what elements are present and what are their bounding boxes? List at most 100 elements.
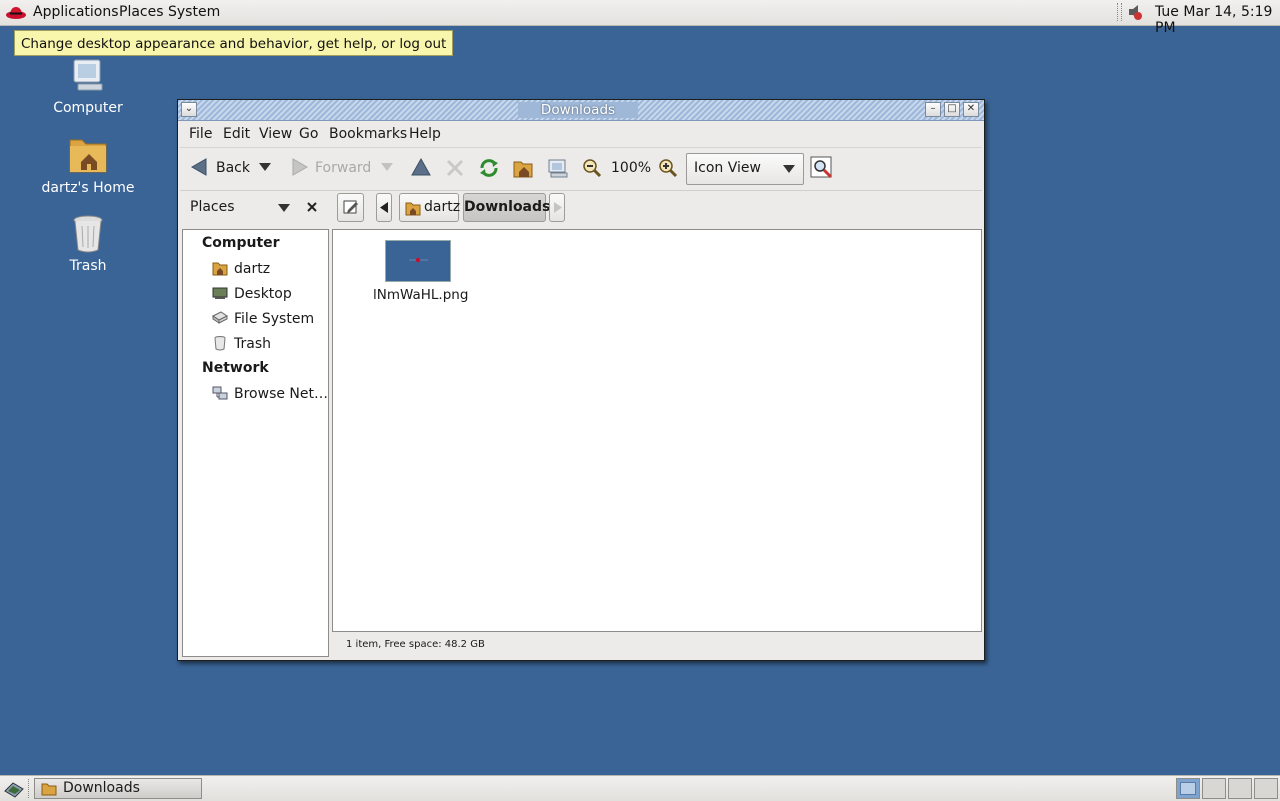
workspace-4[interactable] [1254, 778, 1278, 799]
network-icon [212, 386, 228, 400]
home-folder-icon [69, 139, 107, 173]
minimize-button[interactable]: – [925, 102, 941, 117]
path-downloads-label: Downloads [464, 199, 551, 215]
desktop-computer[interactable]: Computer [28, 56, 148, 116]
places-selector[interactable]: Places [190, 199, 235, 215]
clock[interactable]: Tue Mar 14, 5:19 PM [1155, 4, 1280, 36]
menu-view[interactable]: View [259, 126, 292, 142]
sidebar-item-filesystem[interactable]: File System [212, 310, 314, 330]
menu-bookmarks[interactable]: Bookmarks [329, 126, 407, 142]
places-dropdown-icon[interactable] [278, 204, 290, 212]
computer-toolbar-icon[interactable] [546, 157, 570, 179]
path-scroll-left-button[interactable] [376, 193, 392, 222]
folder-icon [41, 783, 57, 796]
close-window-button[interactable]: ✕ [963, 102, 979, 117]
sidebar-heading-network: Network [202, 360, 269, 376]
taskbar-window-button[interactable]: Downloads [34, 778, 202, 799]
system-menu-tooltip: Change desktop appearance and behavior, … [14, 30, 454, 56]
chevron-down-icon [783, 165, 795, 173]
forward-label: Forward [315, 160, 372, 176]
panel-separator [28, 779, 31, 798]
bottom-panel: Downloads [0, 775, 1280, 801]
desktop-home[interactable]: dartz's Home [28, 132, 148, 196]
computer-icon [73, 59, 103, 91]
path-button-downloads[interactable]: Downloads [463, 193, 550, 222]
trash-icon [73, 215, 103, 253]
back-arrow-icon [190, 158, 207, 176]
window-titlebar[interactable]: ⌄ Downloads – □ ✕ [178, 100, 984, 121]
forward-arrow-icon [292, 158, 309, 176]
sidebar-item-dartz[interactable]: dartz [212, 260, 270, 280]
toolbar: Back Forward 100% Icon View [180, 147, 982, 191]
close-sidebar-icon[interactable] [306, 201, 318, 213]
system-menu[interactable]: System [168, 4, 220, 20]
forward-button[interactable]: Forward [289, 158, 371, 176]
view-mode-select[interactable]: Icon View [686, 153, 804, 185]
workspace-1[interactable] [1176, 778, 1200, 799]
forward-history-dropdown-icon[interactable] [381, 163, 393, 171]
home-folder-small-icon [405, 202, 421, 216]
desktop-icon [212, 287, 228, 299]
file-view[interactable]: lNmWaHL.png [332, 229, 982, 632]
toggle-location-entry-button[interactable] [337, 193, 364, 222]
places-sidebar: Computer dartz Desktop File System Trash… [182, 229, 329, 657]
home-folder-icon [212, 262, 228, 276]
status-bar: 1 item, Free space: 48.2 GB [346, 639, 485, 650]
taskbar-window-label: Downloads [63, 780, 140, 796]
sidebar-item-trash[interactable]: Trash [212, 335, 271, 355]
view-mode-value: Icon View [694, 160, 761, 176]
location-bar: Places dartz Downloads [180, 189, 982, 227]
desktop-computer-label: Computer [53, 100, 123, 116]
redhat-logo-icon[interactable] [5, 4, 27, 20]
path-button-dartz[interactable]: dartz [399, 193, 461, 222]
menu-file[interactable]: File [189, 126, 212, 142]
sidebar-item-label: dartz [234, 261, 271, 277]
desktop-trash[interactable]: Trash [28, 212, 148, 274]
path-scroll-right-button[interactable] [549, 193, 565, 222]
sidebar-item-label: Desktop [234, 286, 292, 302]
file-manager-window: ⌄ Downloads – □ ✕ File Edit View Go Book… [177, 99, 985, 661]
menu-edit[interactable]: Edit [223, 126, 250, 142]
applications-menu[interactable]: Applications [33, 4, 119, 20]
zoom-level[interactable]: 100% [611, 160, 651, 176]
window-menu-button[interactable]: ⌄ [181, 102, 197, 117]
sidebar-heading-computer: Computer [202, 235, 280, 251]
sidebar-item-label: Browse Net… [234, 386, 329, 402]
menubar: File Edit View Go Bookmarks Help [180, 121, 982, 147]
back-history-dropdown-icon[interactable] [259, 163, 271, 171]
home-icon[interactable] [512, 157, 534, 179]
zoom-out-icon[interactable] [582, 158, 602, 178]
desktop-home-label: dartz's Home [41, 180, 135, 196]
reload-icon[interactable] [478, 157, 500, 179]
desktop-trash-label: Trash [69, 258, 107, 274]
sidebar-item-label: Trash [234, 336, 271, 352]
stop-icon[interactable] [445, 158, 465, 178]
menu-help[interactable]: Help [409, 126, 441, 142]
window-title: Downloads [518, 102, 638, 118]
places-menu[interactable]: Places [119, 4, 164, 20]
sidebar-item-browse-network[interactable]: Browse Net… [212, 385, 328, 405]
file-item[interactable]: lNmWaHL.png [363, 240, 468, 303]
up-arrow-icon[interactable] [411, 158, 431, 176]
chevron-right-icon [554, 202, 562, 213]
volume-icon[interactable] [1126, 3, 1144, 21]
path-dartz-label: dartz [424, 199, 461, 215]
panel-separator [1117, 3, 1122, 21]
menu-go[interactable]: Go [299, 126, 318, 142]
back-button[interactable]: Back [190, 158, 250, 176]
trash-icon [214, 336, 226, 351]
image-thumbnail-icon [385, 240, 451, 282]
sidebar-item-desktop[interactable]: Desktop [212, 285, 292, 305]
chevron-left-icon [380, 202, 388, 213]
file-name: lNmWaHL.png [373, 287, 469, 303]
show-desktop-icon[interactable] [3, 779, 25, 799]
search-icon[interactable] [810, 156, 834, 180]
maximize-button[interactable]: □ [944, 102, 960, 117]
edit-location-icon [343, 200, 358, 214]
workspace-3[interactable] [1228, 778, 1252, 799]
workspace-2[interactable] [1202, 778, 1226, 799]
top-panel: Applications Places System Tue Mar 14, 5… [0, 0, 1280, 36]
sidebar-item-label: File System [234, 311, 315, 327]
zoom-in-icon[interactable] [658, 158, 678, 178]
back-label: Back [216, 160, 250, 176]
